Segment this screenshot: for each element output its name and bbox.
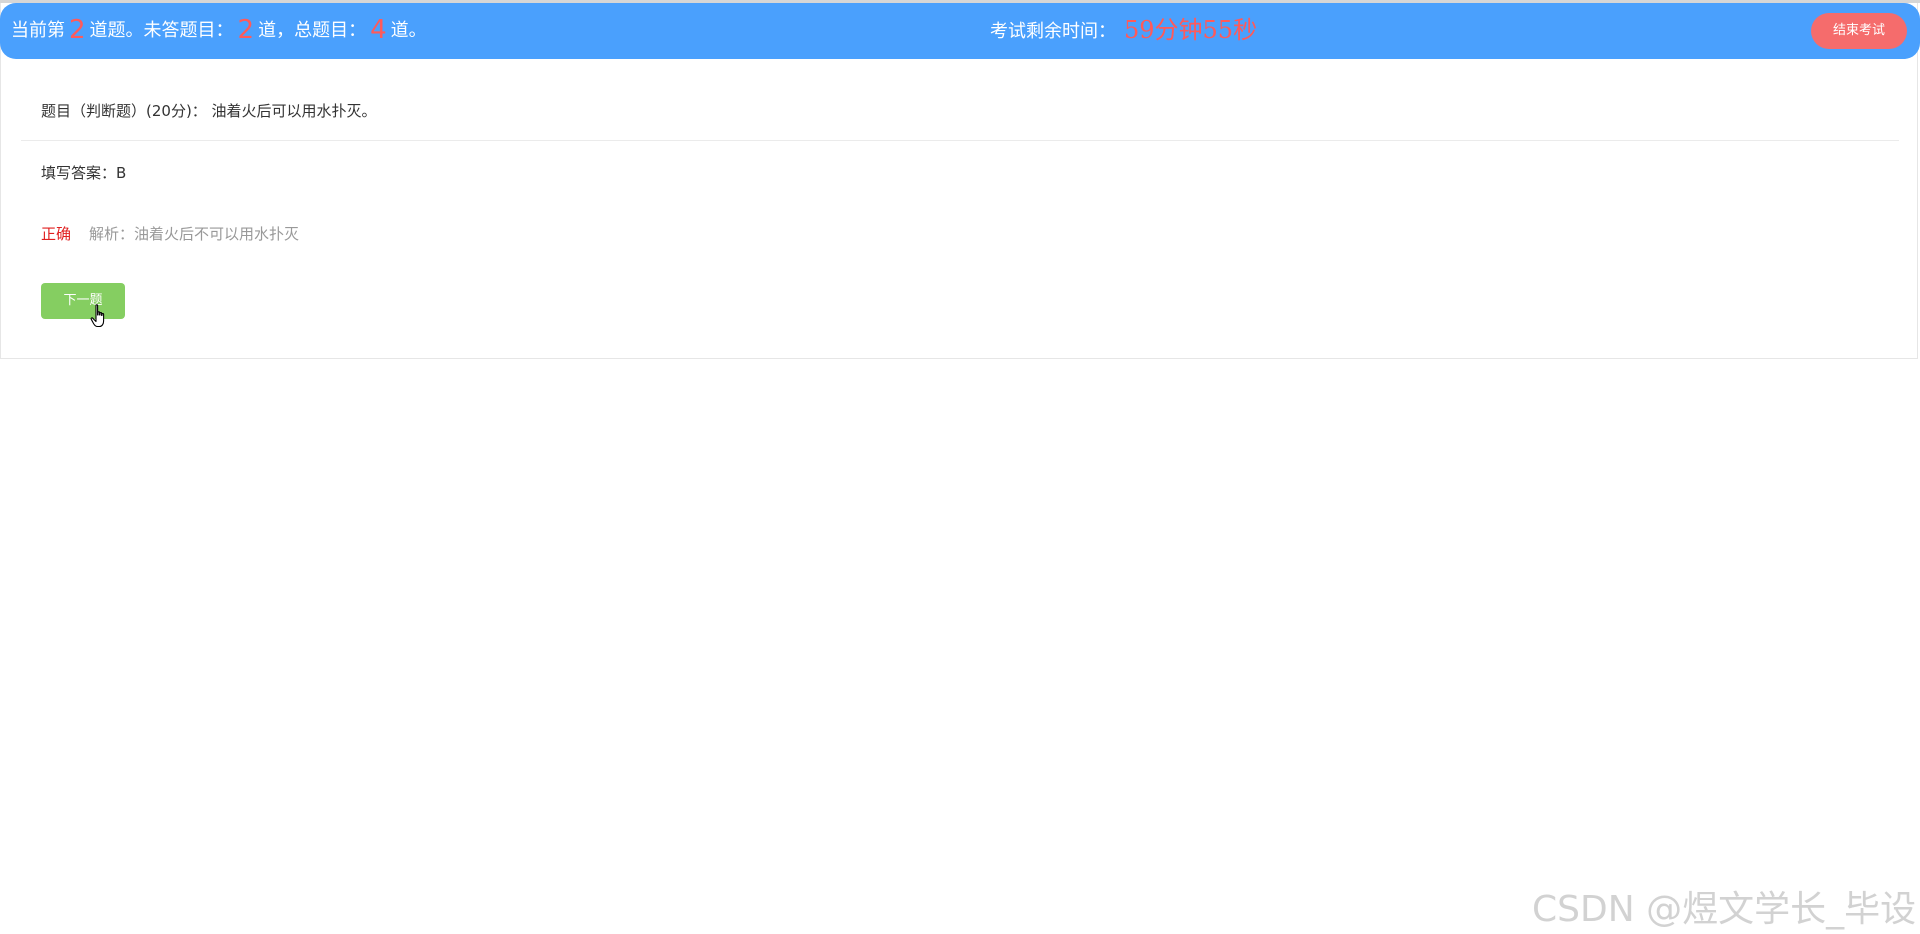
divider (21, 140, 1899, 141)
end-exam-button[interactable]: 结束考试 (1811, 13, 1907, 49)
unanswered-count: 2 (237, 15, 255, 45)
progress-prefix: 当前第 (11, 20, 65, 41)
exam-page: 当前第 2 道题。未答题目： 2 道，总题目： 4 道。 考试剩余时间： 59分钟55秒 结束… (0, 0, 1920, 934)
progress-mid1: 道题。未答题目： (89, 20, 234, 41)
progress-mid2: 道，总题目： (258, 20, 367, 41)
progress-text: 当前第 2 道题。未答题目： 2 道，总题目： 4 道。 (11, 17, 427, 44)
hand-cursor-icon (90, 304, 105, 328)
answer-analysis: 解析：油着火后不可以用水扑灭 (89, 225, 300, 243)
progress-suffix: 道。 (390, 20, 427, 41)
current-question-number: 2 (69, 15, 86, 45)
csdn-watermark: CSDN @煜文学长_毕设 (1532, 889, 1917, 930)
exam-header: 当前第 2 道题。未答题目： 2 道，总题目： 4 道。 考试剩余时间： 59分钟55秒 结束… (0, 3, 1920, 59)
exam-timer: 考试剩余时间： 59分钟55秒 (990, 15, 1257, 47)
timer-value: 59分钟55秒 (1124, 16, 1258, 44)
question-text: 题目（判断题）(20分)： 油着火后可以用水扑灭。 (41, 102, 377, 120)
next-question-button[interactable]: 下一题 (41, 283, 125, 319)
timer-label: 考试剩余时间： (990, 21, 1116, 42)
total-count: 4 (370, 15, 387, 45)
filled-answer: 填写答案：B (41, 164, 127, 182)
result-row: 正确 解析：油着火后不可以用水扑灭 (41, 223, 299, 244)
answer-status: 正确 (41, 225, 72, 243)
